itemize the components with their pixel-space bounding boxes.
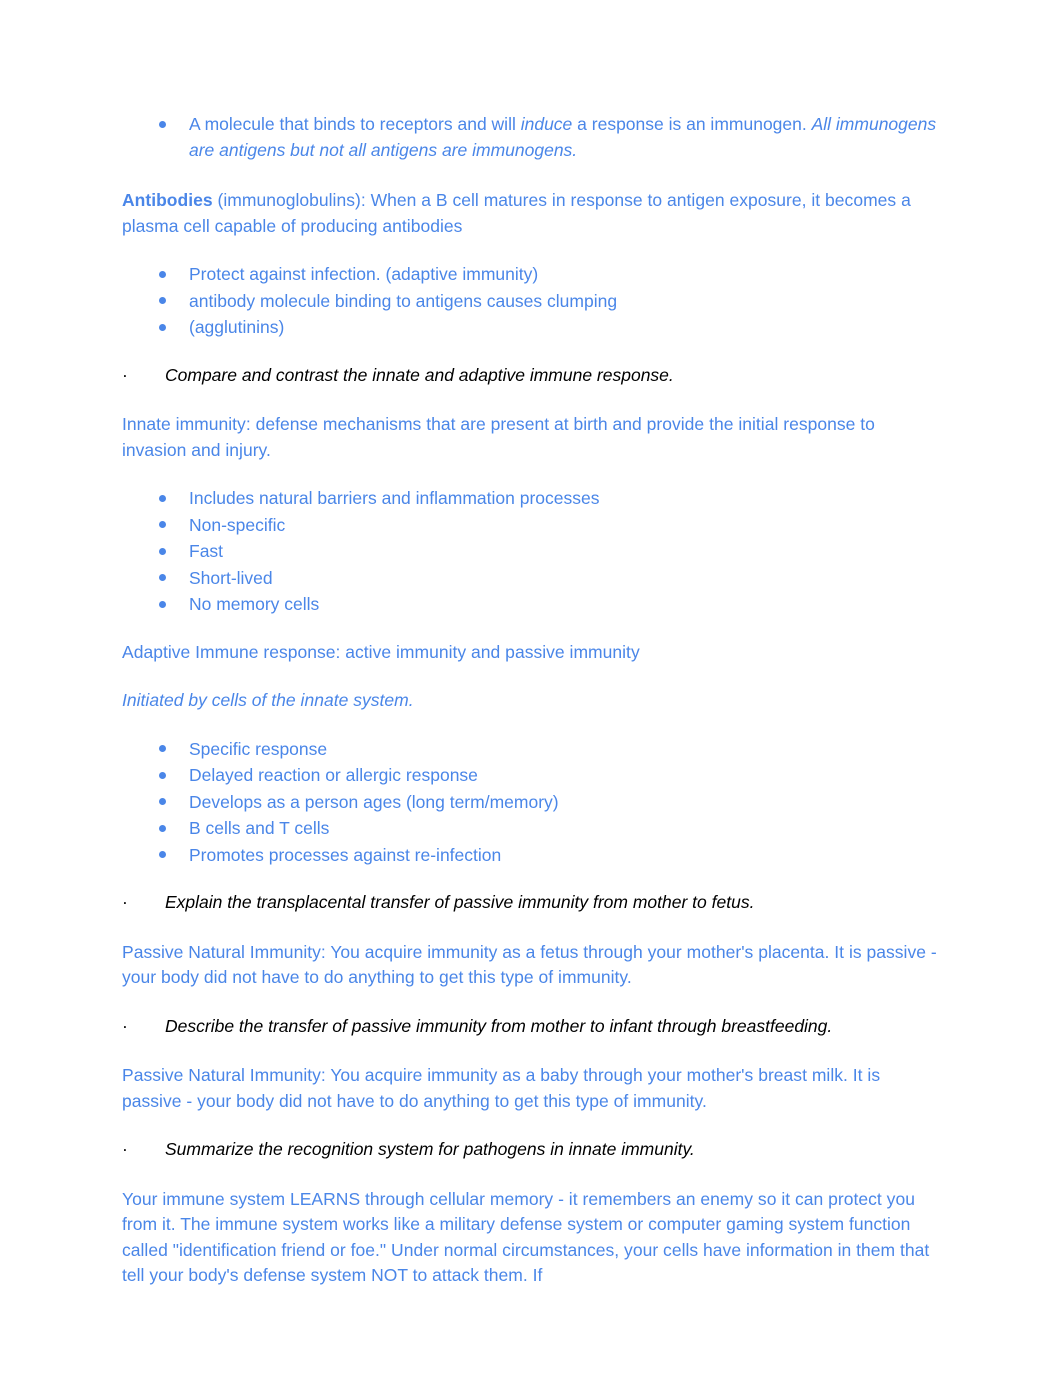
bullet-icon (158, 763, 167, 789)
list-item-label: Protect against infection. (adaptive imm… (189, 264, 539, 284)
antibodies-paragraph-rest: (immunoglobulins): When a B cell matures… (122, 190, 911, 236)
bullet-icon (158, 843, 167, 869)
list-item: (agglutinins) (122, 315, 942, 341)
list-item-label: Short-lived (189, 567, 273, 588)
bullet-icon (158, 816, 167, 842)
bullet-icon (158, 592, 167, 618)
antibodies-bullet-list: Protect against infection. (adaptive imm… (122, 262, 942, 341)
document-content: A molecule that binds to receptors and w… (122, 112, 942, 1312)
objective-recognition-system: · Summarize the recognition system for pa… (122, 1137, 942, 1163)
innate-bullet-list: Includes natural barriers and inflammati… (122, 486, 942, 618)
bullet-icon (158, 112, 167, 138)
list-item: Fast (122, 539, 942, 565)
list-item-label: Specific response (189, 738, 328, 759)
list-item: Protect against infection. (adaptive imm… (122, 262, 942, 288)
objective-breastfeeding-transfer: · Describe the transfer of passive immuni… (122, 1014, 942, 1040)
list-item: Promotes processes against re-infection (122, 843, 942, 869)
objective-label: Summarize the recognition system for pat… (165, 1139, 695, 1159)
antibodies-paragraph: Antibodies (immunoglobulins): When a B c… (122, 188, 942, 239)
list-item-label: Delayed reaction or allergic response (189, 765, 478, 785)
list-item-label: No memory cells (189, 594, 320, 614)
adaptive-initiated-note: Initiated by cells of the innate system. (122, 690, 414, 710)
bullet-icon (158, 486, 167, 512)
bullet-icon (158, 539, 167, 565)
list-item: Short-lived (122, 566, 942, 592)
list-item: Non-specific (122, 513, 942, 539)
list-item-label: Fast (189, 541, 224, 561)
objective-transplacental-transfer: · Explain the transplacental transfer of … (122, 890, 942, 916)
list-item-label: antibody molecule binding to antigens ca… (189, 290, 618, 311)
bullet-icon (158, 262, 167, 288)
middle-dot-icon: · (122, 1139, 128, 1159)
passive-immunity-baby-paragraph: Passive Natural Immunity: You acquire im… (122, 1065, 881, 1111)
bullet-icon (158, 737, 167, 763)
passive-immunity-fetus-paragraph: Passive Natural Immunity: You acquire im… (122, 941, 937, 988)
bullet-icon (158, 289, 167, 315)
document-page: A molecule that binds to receptors and w… (0, 0, 1062, 1377)
middle-dot-icon: · (122, 1015, 128, 1036)
immunogen-text-part1: A molecule that binds to receptors and w… (189, 114, 521, 134)
objective-compare-contrast: · Compare and contrast the innate and ada… (122, 363, 942, 389)
list-item: Delayed reaction or allergic response (122, 763, 942, 789)
list-item-label: Promotes processes against re-infection (189, 844, 502, 865)
middle-dot-icon: · (122, 892, 128, 912)
list-item: Specific response (122, 737, 942, 763)
immunogen-bullet-text: A molecule that binds to receptors and w… (189, 114, 936, 160)
list-item: No memory cells (122, 592, 942, 618)
bullet-icon (158, 315, 167, 341)
middle-dot-icon: · (122, 364, 128, 385)
immune-system-learns-paragraph: Your immune system LEARNS through cellul… (122, 1188, 930, 1286)
list-item-label: (agglutinins) (189, 317, 285, 337)
objective-label: Explain the transplacental transfer of p… (165, 892, 755, 912)
bullet-icon (158, 513, 167, 539)
list-item: antibody molecule binding to antigens ca… (122, 289, 942, 315)
innate-immunity-paragraph: Innate immunity: defense mechanisms that… (122, 414, 875, 460)
adaptive-bullet-list: Specific response Delayed reaction or al… (122, 737, 942, 869)
objective-label: Compare and contrast the innate and adap… (165, 364, 674, 385)
list-item: Develops as a person ages (long term/mem… (122, 790, 942, 816)
bullet-icon (158, 566, 167, 592)
objective-label: Describe the transfer of passive immunit… (165, 1015, 833, 1036)
antibodies-bold-lead: Antibodies (122, 190, 213, 210)
bullet-icon (158, 790, 167, 816)
list-item: B cells and T cells (122, 816, 942, 842)
immunogen-text-part2: a response is an immunogen. (572, 114, 812, 134)
list-item: A molecule that binds to receptors and w… (122, 112, 942, 163)
immunogen-italic-induce: induce (520, 114, 573, 134)
immunogen-bullet-list: A molecule that binds to receptors and w… (122, 112, 942, 163)
list-item-label: B cells and T cells (189, 818, 330, 838)
list-item-label: Includes natural barriers and inflammati… (189, 488, 600, 508)
adaptive-immune-paragraph: Adaptive Immune response: active immunit… (122, 641, 640, 662)
list-item: Includes natural barriers and inflammati… (122, 486, 942, 512)
list-item-label: Non-specific (189, 514, 286, 535)
list-item-label: Develops as a person ages (long term/mem… (189, 791, 559, 812)
